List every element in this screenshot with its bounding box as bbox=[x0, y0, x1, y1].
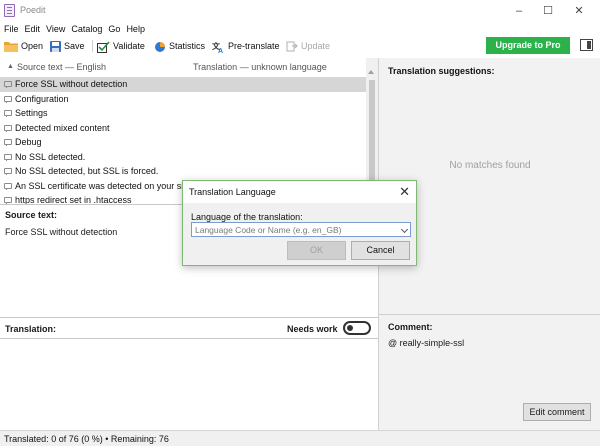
translation-label: Translation: bbox=[5, 324, 57, 334]
needs-work-label: Needs work bbox=[287, 324, 338, 334]
column-source-header[interactable]: Source text — English bbox=[17, 62, 106, 72]
sort-arrow-icon[interactable]: ▲ bbox=[7, 63, 14, 70]
menu-view[interactable]: View bbox=[43, 22, 68, 36]
status-bar: Translated: 0 of 76 (0 %) • Remaining: 7… bbox=[0, 430, 600, 446]
toolbar-separator bbox=[92, 40, 93, 52]
translation-header-divider bbox=[0, 338, 378, 339]
comment-bubble-icon bbox=[4, 124, 12, 132]
floppy-icon bbox=[50, 41, 61, 53]
open-button[interactable]: Open bbox=[4, 36, 43, 56]
list-item[interactable]: Force SSL without detection bbox=[0, 77, 366, 92]
dialog-title: Translation Language bbox=[189, 187, 276, 197]
list-header: ▲ Source text — English Translation — un… bbox=[0, 58, 366, 76]
window-titlebar: Poedit – ☐ ✕ bbox=[0, 0, 600, 22]
language-combobox[interactable] bbox=[191, 222, 411, 237]
source-text-label: Source text: bbox=[5, 210, 58, 220]
checkbox-icon bbox=[97, 41, 110, 53]
comment-value: @ really-simple-ssl bbox=[388, 338, 465, 348]
status-text: Translated: 0 of 76 (0 %) • Remaining: 7… bbox=[4, 434, 169, 444]
list-item[interactable]: No SSL detected. bbox=[0, 150, 366, 165]
list-item[interactable]: No SSL detected, but SSL is forced. bbox=[0, 164, 366, 179]
toggle-knob bbox=[347, 325, 353, 331]
scroll-up-arrow-icon[interactable] bbox=[368, 70, 374, 74]
menu-help[interactable]: Help bbox=[123, 22, 148, 36]
validate-button[interactable]: Validate bbox=[97, 36, 145, 56]
suggestions-title: Translation suggestions: bbox=[388, 66, 495, 76]
update-label: Update bbox=[301, 41, 331, 51]
validate-label: Validate bbox=[113, 41, 145, 51]
open-label: Open bbox=[21, 41, 44, 51]
menu-go[interactable]: Go bbox=[105, 22, 123, 36]
language-label: Language of the translation: bbox=[191, 212, 303, 222]
menu-catalog[interactable]: Catalog bbox=[68, 22, 105, 36]
ok-button[interactable]: OK bbox=[287, 241, 346, 260]
comment-bubble-icon bbox=[4, 139, 12, 146]
update-icon bbox=[286, 41, 298, 52]
poedit-app-icon bbox=[4, 4, 15, 17]
chevron-down-icon[interactable] bbox=[400, 225, 409, 234]
menubar: File Edit View Catalog Go Help bbox=[0, 22, 600, 36]
pretranslate-label: Pre-translate bbox=[228, 41, 280, 51]
close-icon[interactable]: ✕ bbox=[568, 3, 590, 19]
save-button[interactable]: Save bbox=[50, 36, 85, 56]
column-translation-header[interactable]: Translation — unknown language bbox=[193, 62, 327, 72]
translate-icon: 文A bbox=[212, 41, 223, 53]
folder-icon bbox=[4, 42, 18, 53]
list-item[interactable]: Settings bbox=[0, 106, 366, 121]
comment-bubble-icon bbox=[4, 153, 12, 161]
sidebar-divider bbox=[379, 314, 600, 315]
pie-chart-icon bbox=[155, 41, 165, 52]
comment-bubble-icon bbox=[4, 81, 12, 88]
maximize-icon[interactable]: ☐ bbox=[537, 3, 559, 19]
window-title: Poedit bbox=[20, 5, 46, 15]
comment-bubble-icon bbox=[4, 168, 12, 175]
list-item[interactable]: Debug bbox=[0, 135, 366, 150]
no-matches-text: No matches found bbox=[449, 160, 531, 171]
pretranslate-button[interactable]: 文 A Pre-translate bbox=[212, 36, 280, 56]
language-input[interactable] bbox=[195, 223, 395, 236]
source-text-value: Force SSL without detection bbox=[5, 227, 118, 237]
cancel-button[interactable]: Cancel bbox=[351, 241, 410, 260]
minimize-icon[interactable]: – bbox=[508, 3, 530, 19]
source-translation-divider[interactable] bbox=[0, 317, 378, 318]
needs-work-toggle[interactable] bbox=[343, 321, 371, 335]
list-item[interactable]: Detected mixed content bbox=[0, 121, 366, 136]
menu-edit[interactable]: Edit bbox=[22, 22, 44, 36]
statistics-label: Statistics bbox=[169, 41, 206, 51]
comment-bubble-icon bbox=[4, 182, 12, 190]
sidebar-toggle-icon[interactable] bbox=[580, 39, 593, 51]
save-label: Save bbox=[64, 41, 85, 51]
comment-bubble-icon bbox=[4, 110, 12, 117]
statistics-button[interactable]: Statistics bbox=[154, 36, 205, 56]
list-item[interactable]: Configuration bbox=[0, 92, 366, 107]
comment-bubble-icon bbox=[4, 197, 12, 204]
edit-comment-button[interactable]: Edit comment bbox=[523, 403, 591, 421]
svg-text:A: A bbox=[218, 48, 223, 53]
update-button[interactable]: Update bbox=[286, 36, 330, 56]
comment-title: Comment: bbox=[388, 322, 433, 332]
translation-language-dialog: Translation Language ✕ Language of the t… bbox=[182, 180, 417, 266]
comment-bubble-icon bbox=[4, 95, 12, 103]
upgrade-to-pro-button[interactable]: Upgrade to Pro bbox=[486, 37, 570, 54]
menu-file[interactable]: File bbox=[0, 22, 22, 36]
scroll-thumb[interactable] bbox=[369, 80, 375, 190]
dialog-close-icon[interactable]: ✕ bbox=[399, 184, 410, 200]
dialog-titlebar: Translation Language ✕ bbox=[183, 181, 416, 203]
